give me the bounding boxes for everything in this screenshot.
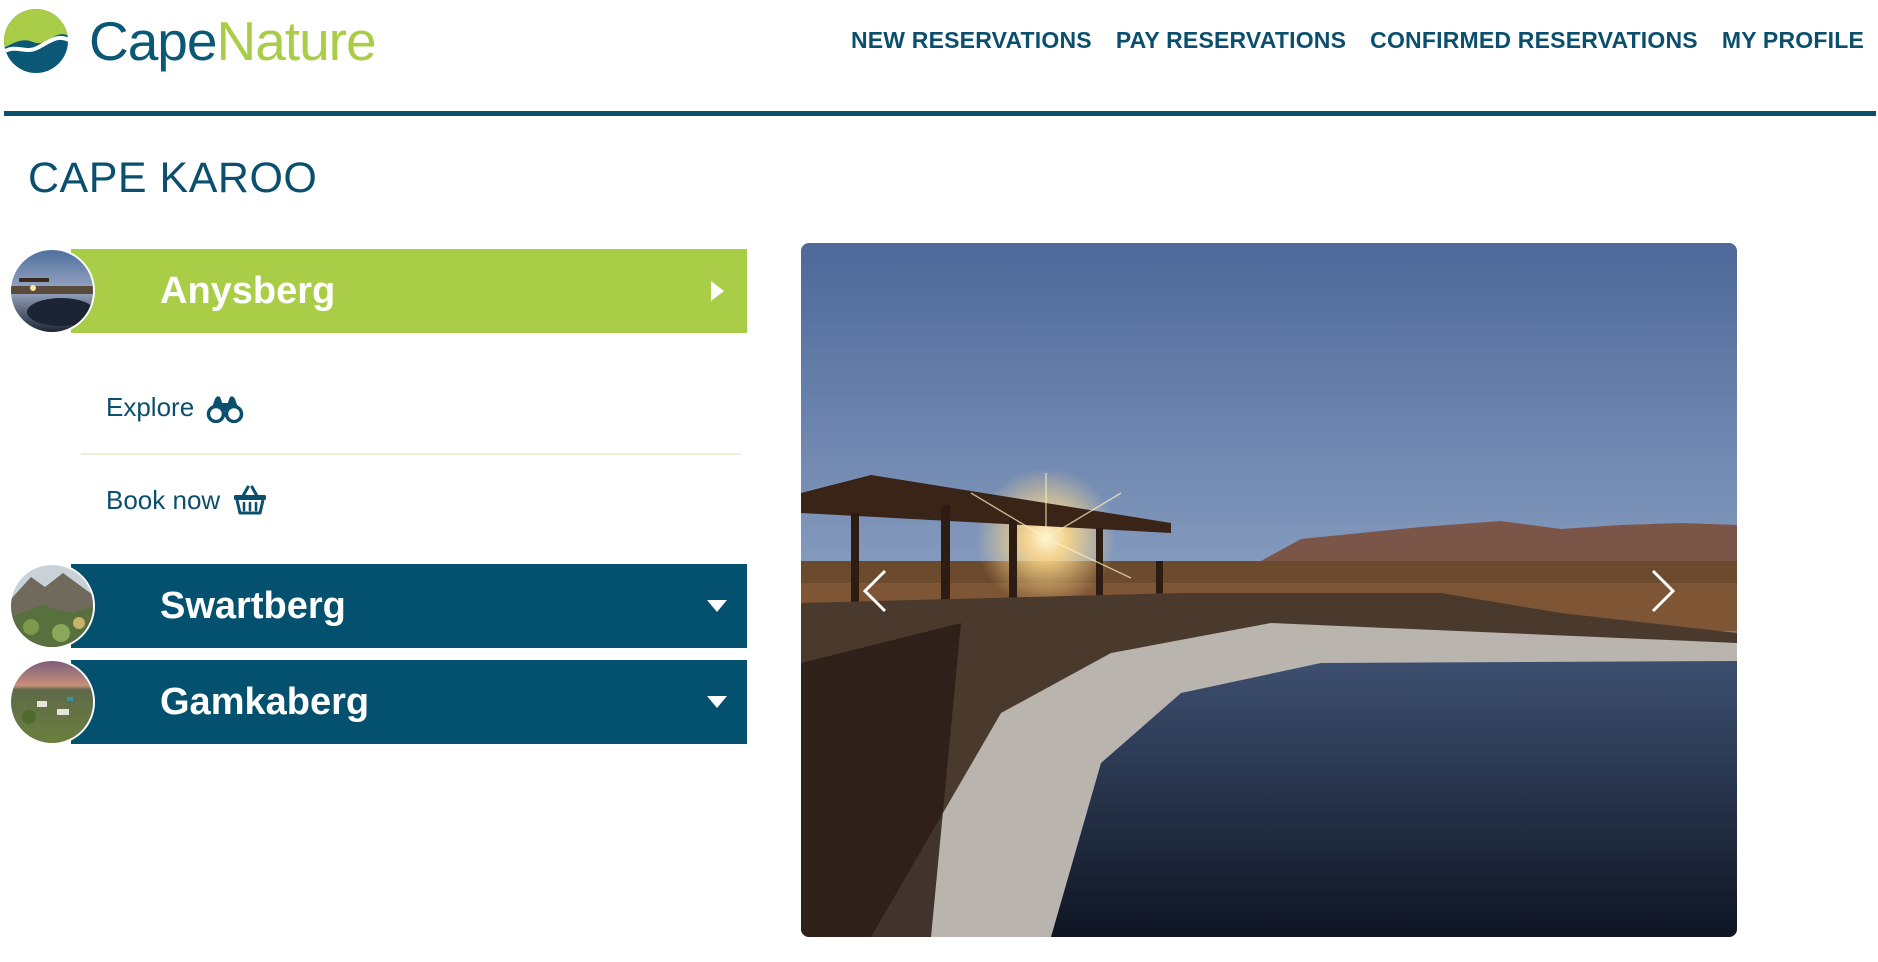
reserve-photo-carousel <box>801 243 1737 937</box>
action-book-now[interactable]: Book now <box>106 484 268 516</box>
action-divider <box>81 453 741 455</box>
reserve-accordion-anysberg[interactable]: Anysberg <box>71 249 747 333</box>
logo-text-nature: Nature <box>216 9 376 72</box>
reserve-thumbnail-anysberg <box>9 248 95 334</box>
main-nav: NEW RESERVATIONS PAY RESERVATIONS CONFIR… <box>851 27 1864 54</box>
caret-down-icon <box>687 599 747 613</box>
reserve-thumbnail-gamkaberg <box>9 659 95 745</box>
basket-icon <box>232 484 268 516</box>
action-explore[interactable]: Explore <box>106 392 244 423</box>
action-label: Book now <box>106 484 221 515</box>
chevron-left-icon <box>862 569 887 613</box>
chevron-right-icon <box>1651 569 1676 613</box>
nav-pay-reservations[interactable]: PAY RESERVATIONS <box>1116 27 1346 54</box>
reserve-accordion-swartberg[interactable]: Swartberg <box>71 564 747 648</box>
header-divider <box>4 111 1876 116</box>
carousel-prev-button[interactable] <box>845 561 905 621</box>
binoculars-icon <box>206 393 244 423</box>
carousel-next-button[interactable] <box>1633 561 1693 621</box>
caret-down-icon <box>687 695 747 709</box>
nav-new-reservations[interactable]: NEW RESERVATIONS <box>851 27 1092 54</box>
nav-my-profile[interactable]: MY PROFILE <box>1722 27 1864 54</box>
action-label: Explore <box>106 392 195 422</box>
logo-wordmark: CapeNature <box>89 13 377 69</box>
nav-confirmed-reservations[interactable]: CONFIRMED RESERVATIONS <box>1370 27 1698 54</box>
logo-text-cape: Cape <box>89 9 217 72</box>
site-header: CapeNature NEW RESERVATIONS PAY RESERVAT… <box>0 0 1878 118</box>
reserve-name: Gamkaberg <box>160 680 370 723</box>
page-title: CAPE KAROO <box>28 154 318 202</box>
reserve-name: Swartberg <box>160 584 346 627</box>
reserve-name: Anysberg <box>160 269 336 312</box>
logo-mark-icon <box>4 9 68 73</box>
carousel-slide-image <box>801 243 1737 937</box>
caret-right-icon <box>687 280 747 302</box>
reserve-thumbnail-swartberg <box>9 563 95 649</box>
capenature-logo[interactable]: CapeNature <box>3 8 377 74</box>
reserve-accordion-gamkaberg[interactable]: Gamkaberg <box>71 660 747 744</box>
